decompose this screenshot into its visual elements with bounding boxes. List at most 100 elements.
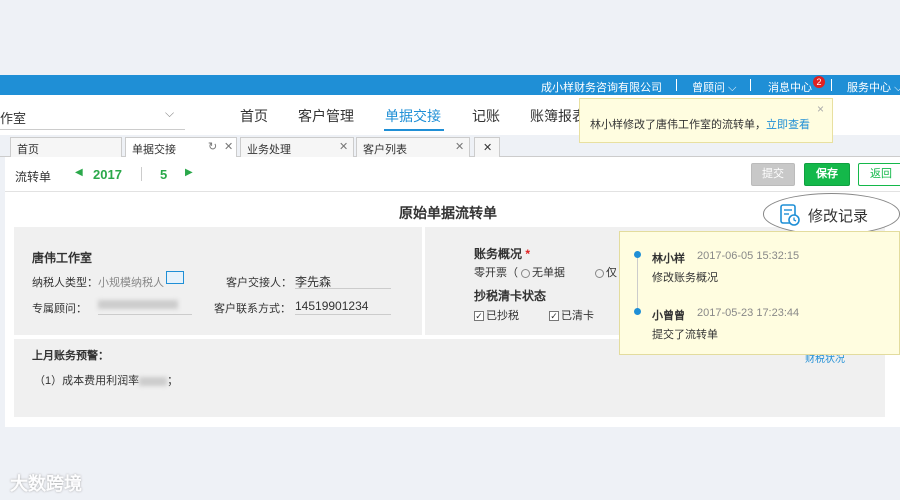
tab-business[interactable]: 业务处理 ✕ bbox=[240, 137, 354, 157]
company-name: 成小样财务咨询有限公司 bbox=[541, 82, 662, 94]
divider bbox=[750, 79, 751, 91]
field-underline bbox=[295, 288, 391, 289]
account-title-text: 账务概况 bbox=[474, 247, 523, 261]
history-user: 小曾曾 bbox=[652, 310, 685, 322]
nav-bookkeeping[interactable]: 记账 bbox=[472, 106, 500, 126]
close-icon: ✕ bbox=[483, 142, 493, 154]
history-user: 林小样 bbox=[652, 253, 685, 265]
checkbox-label: 已清卡 bbox=[561, 310, 594, 322]
history-popup: 林小样 2017-06-05 15:32:15 修改账务概况 小曾曾 2017-… bbox=[619, 231, 900, 355]
history-button-label: 修改记录 bbox=[808, 208, 869, 225]
next-month-icon[interactable]: ▶ bbox=[185, 167, 193, 178]
message-center[interactable]: 消息中心 2 bbox=[768, 76, 825, 94]
divider bbox=[141, 167, 142, 181]
tab-label: 首页 bbox=[17, 144, 39, 156]
history-action: 修改账务概况 bbox=[652, 272, 718, 284]
radio-only[interactable]: 仅 bbox=[595, 264, 617, 280]
history-action: 提交了流转单 bbox=[652, 329, 718, 341]
tab-customer-list[interactable]: 客户列表 ✕ bbox=[356, 137, 470, 157]
document-history-icon bbox=[780, 204, 800, 226]
nav-reports[interactable]: 账簿报表 bbox=[530, 106, 586, 126]
tab-label: 客户列表 bbox=[363, 144, 407, 156]
checkbox-checked-icon: ✓ bbox=[549, 311, 559, 322]
advisor-label: 曾顾问 bbox=[692, 82, 725, 94]
prev-year-icon[interactable]: ◀ bbox=[75, 167, 83, 178]
notification-text: 林小样修改了唐伟工作室的流转单，立即查看 bbox=[590, 116, 810, 132]
field-underline bbox=[98, 314, 192, 315]
taxpayer-value: 小规模纳税人 bbox=[98, 277, 164, 289]
checkbox-card-cleared[interactable]: ✓ 已清卡 bbox=[549, 307, 594, 323]
nav-customers[interactable]: 客户管理 bbox=[298, 106, 354, 126]
taxpayer-label: 纳税人类型： bbox=[32, 277, 98, 289]
tab-home[interactable]: 首页 bbox=[10, 137, 122, 157]
chevron-down-icon[interactable]: ⌵ bbox=[165, 106, 174, 121]
view-now-link[interactable]: 立即查看 bbox=[766, 119, 810, 131]
radio-label: 无单据 bbox=[532, 267, 565, 279]
tab-label: 单据交接 bbox=[132, 144, 176, 156]
checkbox-label: 已抄税 bbox=[486, 310, 519, 322]
watermark-logo: 大数跨境 bbox=[10, 474, 82, 494]
active-nav-indicator bbox=[384, 129, 444, 131]
advisor-label: 专属顾问： bbox=[32, 303, 87, 315]
warning-item: （1）成本费用利润率 ； bbox=[34, 372, 178, 388]
radio-no-invoice[interactable]: 无单据 bbox=[521, 264, 565, 280]
save-button[interactable]: 保存 bbox=[804, 163, 850, 186]
service-center[interactable]: 服务中心 ⌵ bbox=[847, 79, 900, 95]
month-value: 5 bbox=[160, 167, 168, 182]
document-title: 原始单据流转单 bbox=[399, 205, 497, 221]
return-button[interactable]: 返回 bbox=[858, 163, 900, 186]
submit-button[interactable]: 提交 bbox=[751, 163, 795, 186]
service-center-label: 服务中心 bbox=[847, 82, 891, 94]
account-overview-title: 账务概况 * bbox=[474, 245, 530, 262]
history-time: 2017-06-05 15:32:15 bbox=[697, 250, 800, 262]
close-icon[interactable]: ✕ bbox=[224, 140, 233, 153]
tab-document-handover[interactable]: 单据交接 ↻ ✕ bbox=[125, 137, 237, 157]
notification-message: 林小样修改了唐伟工作室的流转单， bbox=[590, 119, 766, 131]
history-time: 2017-05-23 17:23:44 bbox=[697, 307, 800, 319]
close-icon[interactable]: × bbox=[817, 102, 824, 116]
top-bar: 成小样财务咨询有限公司 曾顾问 ⌵ 消息中心 2 服务中心 ⌵ bbox=[0, 75, 900, 95]
divider bbox=[5, 191, 900, 192]
phone-value: 14519901234 bbox=[295, 299, 369, 313]
warning-suffix: ； bbox=[167, 375, 179, 387]
select-underline bbox=[0, 129, 185, 130]
year-value: 2017 bbox=[93, 167, 122, 182]
zero-invoice-label: 零开票（ bbox=[474, 267, 518, 279]
chevron-down-icon: ⌵ bbox=[894, 82, 900, 94]
close-icon[interactable]: ✕ bbox=[339, 140, 348, 153]
required-mark: * bbox=[525, 247, 531, 261]
radio-label: 仅 bbox=[606, 267, 617, 279]
warning-text: （1）成本费用利润率 bbox=[34, 375, 140, 387]
phone-label: 客户联系方式： bbox=[214, 303, 291, 315]
customer-info-panel: 唐伟工作室 纳税人类型： 小规模纳税人 客户交接人： 李先森 专属顾问： 客户联… bbox=[14, 227, 422, 335]
checkbox-checked-icon: ✓ bbox=[474, 311, 484, 322]
last-month-warning-title: 上月账务预警： bbox=[32, 350, 109, 362]
radio-icon bbox=[595, 268, 604, 278]
divider bbox=[831, 79, 832, 91]
divider bbox=[676, 79, 677, 91]
message-center-label: 消息中心 bbox=[768, 82, 812, 94]
id-card-icon[interactable] bbox=[166, 271, 184, 284]
refresh-icon[interactable]: ↻ bbox=[208, 140, 217, 153]
message-count-badge: 2 bbox=[813, 76, 825, 88]
nav-home[interactable]: 首页 bbox=[240, 106, 268, 126]
customer-name: 唐伟工作室 bbox=[32, 251, 93, 265]
timeline-line bbox=[637, 254, 638, 314]
page-label: 流转单 bbox=[15, 170, 52, 184]
modification-history-button[interactable]: 修改记录 bbox=[763, 193, 900, 235]
timeline-dot bbox=[634, 308, 641, 315]
tax-status-title: 抄税清卡状态 bbox=[474, 289, 547, 303]
close-icon[interactable]: ✕ bbox=[455, 140, 464, 153]
radio-icon bbox=[521, 268, 530, 278]
timeline-dot bbox=[634, 251, 641, 258]
nav-document-handover[interactable]: 单据交接 bbox=[385, 106, 441, 126]
close-all-tabs[interactable]: ✕ bbox=[474, 137, 500, 157]
company-select[interactable]: 作室 bbox=[0, 108, 26, 127]
notification-popup: 林小样修改了唐伟工作室的流转单，立即查看 × bbox=[579, 98, 833, 143]
checkbox-tax-copied[interactable]: ✓ 已抄税 bbox=[474, 307, 519, 323]
advisor-value-redacted bbox=[98, 298, 178, 310]
contact-label: 客户交接人： bbox=[226, 277, 292, 289]
tab-label: 业务处理 bbox=[247, 144, 291, 156]
chevron-down-icon: ⌵ bbox=[728, 82, 737, 94]
advisor-menu[interactable]: 曾顾问 ⌵ bbox=[692, 79, 736, 95]
